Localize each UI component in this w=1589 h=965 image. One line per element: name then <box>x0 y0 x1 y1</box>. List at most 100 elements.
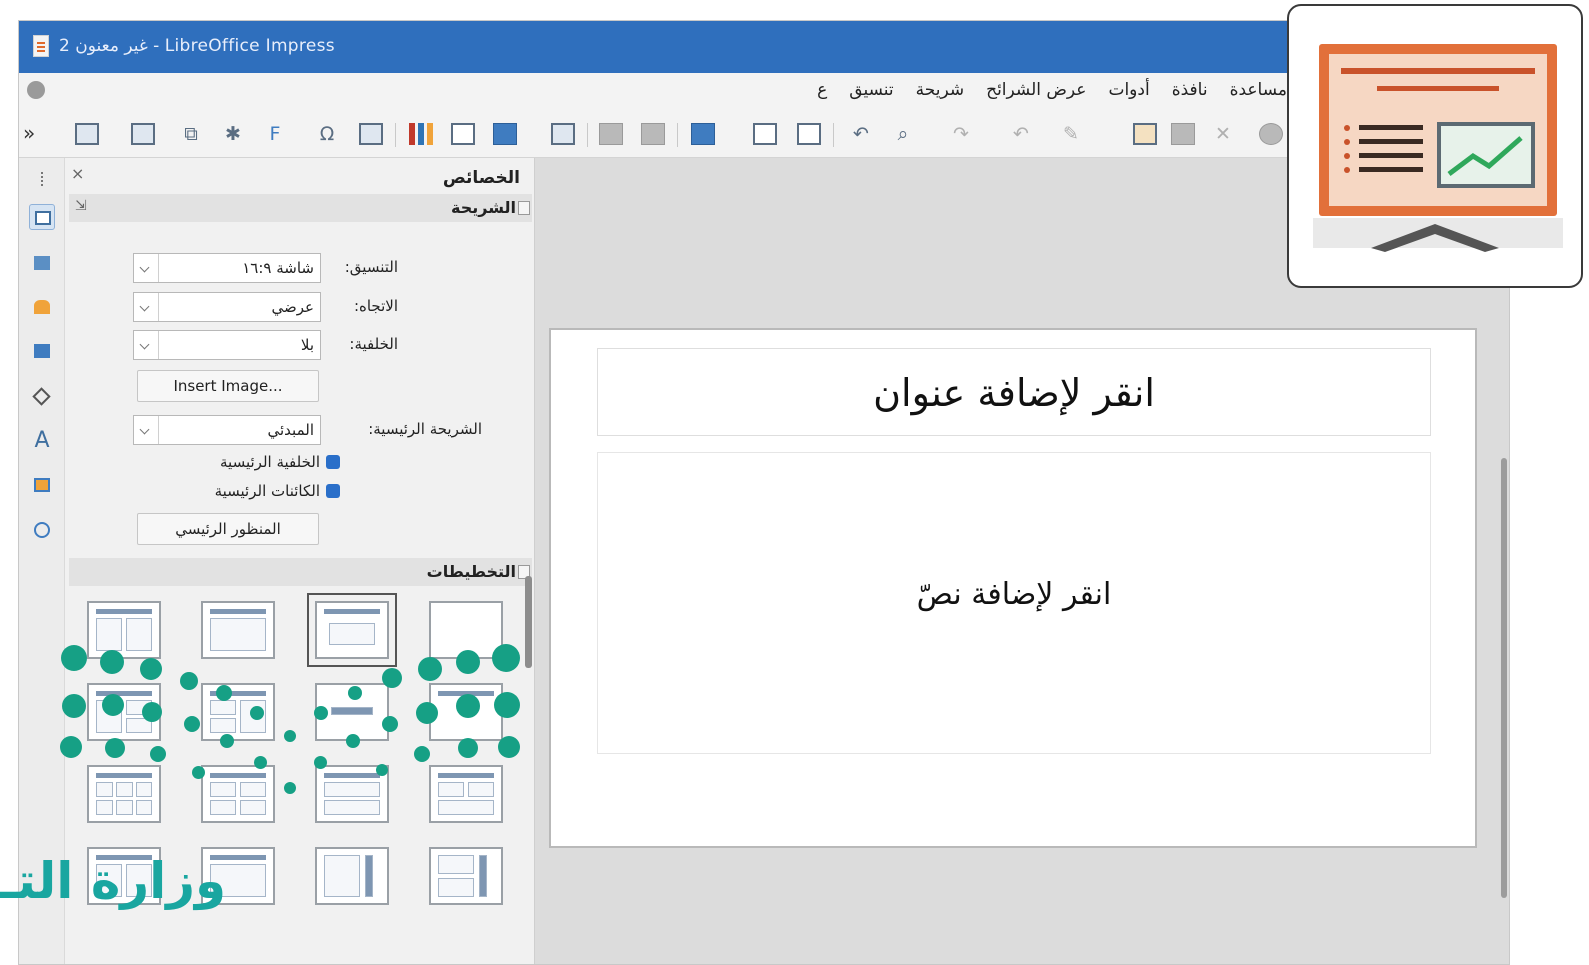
close-sidebar-icon[interactable]: × <box>71 164 84 183</box>
menu-item-clipped[interactable]: ع <box>817 80 827 100</box>
clone-formatting-icon[interactable]: ✎ <box>1059 123 1083 145</box>
insert-image-button[interactable]: Insert Image... <box>137 370 319 402</box>
layout-title-two-content[interactable] <box>87 601 161 659</box>
canvas-scrollbar[interactable] <box>1501 458 1507 898</box>
background-dropdown[interactable]: بلا <box>133 330 321 360</box>
orientation-value: عرضي <box>271 298 314 316</box>
master-slide-label: الشريحة الرئيسية: <box>368 420 482 438</box>
menu-item-help[interactable]: مساعدة <box>1230 80 1287 100</box>
fontwork-icon[interactable]: F <box>263 123 287 145</box>
impress-document-icon <box>33 35 49 57</box>
standard-toolbar: » ⧉ ✱ F Ω ↶ ⌕ ↷ ↶ ✎ ✕ <box>19 111 1509 158</box>
orientation-dropdown[interactable]: عرضي <box>133 292 321 322</box>
chart-icon[interactable] <box>409 123 433 145</box>
more-options-icon[interactable]: ⇲ <box>75 198 87 214</box>
layout-vertical-two-content[interactable] <box>429 847 503 905</box>
image-icon[interactable] <box>493 123 517 145</box>
master-slide-icon[interactable] <box>753 123 777 145</box>
layout-vertical-title-text[interactable] <box>315 847 389 905</box>
chevron-down-icon <box>134 254 159 282</box>
sidebar-menu-icon[interactable] <box>29 166 55 192</box>
chevron-down-icon <box>134 416 159 444</box>
master-objects-checkbox[interactable]: الكائنات الرئيسية <box>215 482 340 500</box>
menu-item-slide[interactable]: شريحة <box>916 80 964 100</box>
grid-icon[interactable] <box>797 123 821 145</box>
display-views-icon[interactable] <box>691 123 715 145</box>
layout-title-two-top-one-bottom[interactable] <box>429 765 503 823</box>
master-slides-icon[interactable] <box>29 338 55 364</box>
master-slide-value: المبدئي <box>267 421 315 439</box>
undo-icon[interactable]: ↶ <box>1009 123 1033 145</box>
menu-item-window[interactable]: نافذة <box>1172 80 1208 100</box>
table-icon[interactable] <box>551 123 575 145</box>
content-placeholder[interactable]: انقر لإضافة نصّ <box>597 452 1431 754</box>
slide-icon[interactable] <box>75 123 99 145</box>
text-box-icon[interactable] <box>451 123 475 145</box>
special-character-icon[interactable]: Ω <box>315 123 339 145</box>
menu-item-format[interactable]: تنسيق <box>849 80 893 100</box>
start-current-slide-icon[interactable] <box>641 123 665 145</box>
properties-sidebar: A × الخصائص الشريحة ⇲ التنسيق: شاشة ١٦:٩… <box>19 158 535 964</box>
panel-title: الخصائص <box>442 168 520 188</box>
impress-logo-card <box>1287 4 1583 288</box>
globe-icon[interactable] <box>27 81 45 99</box>
new-slide-icon[interactable] <box>131 123 155 145</box>
format-dropdown[interactable]: شاشة ١٦:٩ <box>133 253 321 283</box>
window-title: غير معنون 2 - LibreOffice Impress <box>59 36 335 56</box>
properties-deck-icon[interactable] <box>29 204 55 230</box>
export-icon[interactable] <box>1259 123 1283 145</box>
paste-icon[interactable] <box>1133 123 1157 145</box>
gallery-icon[interactable] <box>29 472 55 498</box>
layout-title-content[interactable] <box>201 601 275 659</box>
find-icon[interactable]: ⌕ <box>891 123 915 145</box>
master-view-button[interactable]: المنظور الرئيسي <box>137 513 319 545</box>
redo-icon[interactable]: ↷ <box>949 123 973 145</box>
chevron-down-icon <box>134 293 159 321</box>
shapes-icon[interactable]: ⧉ <box>179 123 203 145</box>
chevron-down-icon <box>134 331 159 359</box>
layout-title-slide[interactable] <box>307 593 397 667</box>
slide-section-title: الشريحة <box>451 198 516 217</box>
navigator-icon[interactable] <box>29 516 55 542</box>
start-slideshow-icon[interactable] <box>599 123 623 145</box>
layout-four-content[interactable] <box>201 765 275 823</box>
master-objects-label: الكائنات الرئيسية <box>214 482 320 500</box>
toolbar-overflow-button[interactable]: » <box>23 121 35 145</box>
content-placeholder-text: انقر لإضافة نصّ <box>916 577 1112 612</box>
master-background-checkbox[interactable]: الخلفية الرئيسية <box>220 453 340 471</box>
slide[interactable]: انقر لإضافة عنوان انقر لإضافة نصّ <box>549 328 1477 848</box>
ministry-watermark: وزارة التـ <box>0 852 227 910</box>
title-bar: غير معنون 2 - LibreOffice Impress <box>19 21 1509 73</box>
layouts-section-header[interactable]: التخطيطات <box>69 558 532 586</box>
shapes-deck-icon[interactable] <box>29 384 55 410</box>
checkbox-checked-icon <box>326 484 340 498</box>
layouts-scrollbar[interactable] <box>525 576 532 668</box>
cut-icon[interactable]: ✕ <box>1211 123 1235 145</box>
menu-item-tools[interactable]: أدوات <box>1108 80 1149 100</box>
background-label: الخلفية: <box>349 335 398 353</box>
background-value: بلا <box>300 336 314 354</box>
title-placeholder-text: انقر لإضافة عنوان <box>873 371 1155 415</box>
title-placeholder[interactable]: انقر لإضافة عنوان <box>597 348 1431 436</box>
format-value: شاشة ١٦:٩ <box>242 259 314 277</box>
layout-six-content[interactable] <box>87 765 161 823</box>
presentation-board-icon <box>1313 44 1563 252</box>
insert-frame-icon[interactable] <box>359 123 383 145</box>
collapse-slide-section-icon[interactable] <box>518 201 530 215</box>
checkbox-checked-icon <box>326 455 340 469</box>
menu-items: ع تنسيق شريحة عرض الشرائح أدوات نافذة مس… <box>817 80 1287 100</box>
transform-icon[interactable]: ↶ <box>849 123 873 145</box>
master-background-label: الخلفية الرئيسية <box>220 453 320 471</box>
menu-bar: ع تنسيق شريحة عرض الشرائح أدوات نافذة مس… <box>19 73 1509 111</box>
animation-icon[interactable] <box>29 294 55 320</box>
sidebar-deck: A <box>19 158 65 964</box>
3d-objects-icon[interactable]: ✱ <box>221 123 245 145</box>
slide-transition-icon[interactable] <box>29 250 55 276</box>
orientation-label: الاتجاه: <box>353 297 398 315</box>
slide-section-header[interactable]: الشريحة ⇲ <box>69 194 532 222</box>
master-slide-dropdown[interactable]: المبدئي <box>133 415 321 445</box>
layouts-section-title: التخطيطات <box>426 562 516 581</box>
menu-item-slideshow[interactable]: عرض الشرائح <box>986 80 1086 100</box>
styles-icon[interactable]: A <box>29 428 55 454</box>
copy-icon[interactable] <box>1171 123 1195 145</box>
